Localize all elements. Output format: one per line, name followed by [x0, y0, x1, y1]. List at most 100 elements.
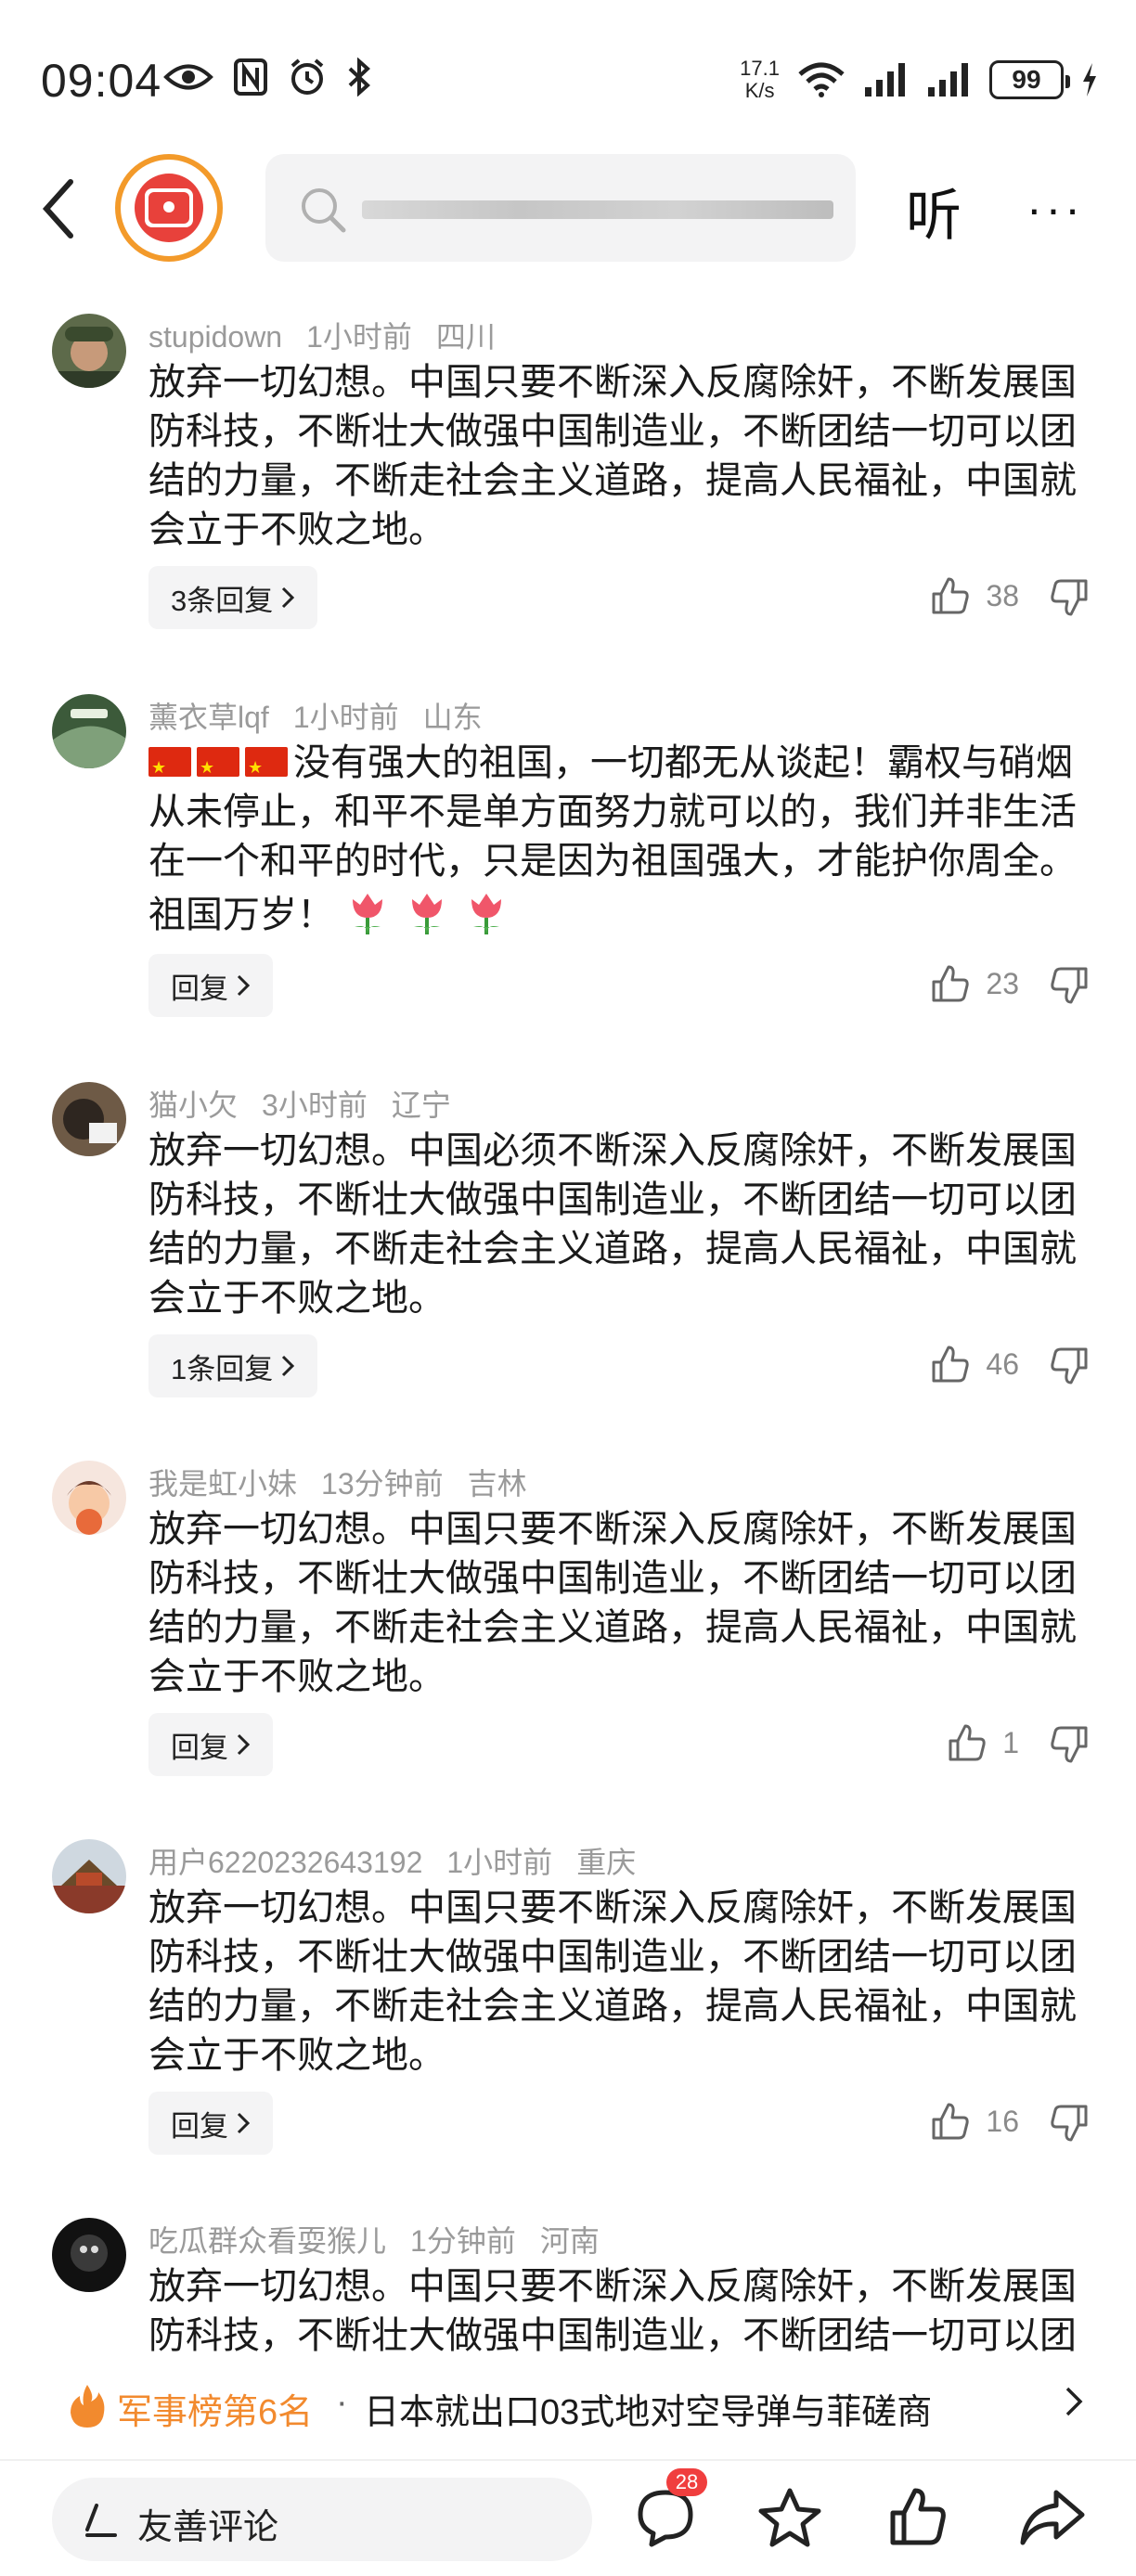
alarm-icon [290, 58, 324, 95]
comment-count-badge: 28 [666, 2468, 707, 2496]
fire-icon [71, 2385, 105, 2428]
network-speed: 17.1 K/s [740, 58, 780, 102]
tulip-icon [471, 894, 501, 934]
like-button[interactable]: 1 [947, 1722, 1019, 1763]
chevron-right-icon [1065, 2387, 1083, 2416]
avatar[interactable] [52, 1082, 126, 1156]
listen-button[interactable]: 听 [906, 171, 962, 251]
avatar[interactable] [52, 694, 126, 768]
china-flag-icon [197, 743, 239, 792]
like-button[interactable]: 38 [930, 575, 1019, 616]
status-bar: 09:04 17.1 K/s 99 [0, 0, 1136, 148]
hot-news-title[interactable]: 日本就出口03式地对空导弹与菲磋商 [364, 2383, 932, 2434]
chevron-right-icon [237, 2112, 251, 2134]
dislike-icon[interactable] [1049, 577, 1090, 618]
battery-indicator: 99 [989, 60, 1070, 99]
username[interactable]: 猫小欠 [148, 1088, 238, 1122]
username[interactable]: 用户6220232643192 [148, 1846, 422, 1879]
comment-item: 薰衣草lqf 1小时前山东 没有强大的祖国，一切都无从谈起！霸权与硝烟从未停止，和… [0, 677, 1136, 1065]
like-button[interactable]: 23 [930, 963, 1019, 1004]
reply-button[interactable]: 3条回复 [148, 566, 318, 629]
like-icon[interactable] [887, 2487, 949, 2548]
comment-time: 1小时前 [306, 320, 412, 354]
reply-button[interactable]: 回复 [148, 1713, 273, 1776]
back-arrow-icon [42, 179, 73, 238]
tulip-icon [353, 894, 382, 934]
comment-input[interactable]: 友善评论 [52, 2478, 592, 2561]
avatar[interactable] [52, 1839, 126, 1913]
dislike-icon[interactable] [1049, 1724, 1090, 1765]
avatar[interactable] [52, 1461, 126, 1535]
dislike-icon[interactable] [1049, 965, 1090, 1006]
signal-icon-1 [865, 63, 905, 97]
chevron-right-icon [237, 1733, 251, 1756]
comment-meta: 我是虹小妹 13分钟前 吉林 [148, 1461, 551, 1503]
comment-item: 用户6220232643192 1小时前 重庆 放弃一切幻想。中国只要不断深入反腐除… [0, 1823, 1136, 2201]
share-icon[interactable] [1019, 2487, 1086, 2548]
reply-button[interactable]: 回复 [148, 2092, 273, 2155]
comment-meta: 用户6220232643192 1小时前 重庆 [148, 1839, 660, 1882]
comment-meta: 吃瓜群众看耍猴儿 1分钟前 河南 [148, 2218, 624, 2260]
like-button[interactable]: 46 [930, 1344, 1019, 1385]
comment-text: 放弃一切幻想。中国只要不断深入反腐除奸，不断发展国防科技，不断壮大做强中国制造业… [148, 1887, 1077, 2076]
comment-item: stupidown 1小时前 四川 放弃一切幻想。中国只要不断深入反腐除奸，不断发展… [0, 297, 1136, 677]
comment-item: 吃瓜群众看耍猴儿 1分钟前 河南 放弃一切幻想。中国只要不断深入反腐除奸，不断发展国… [0, 2201, 1136, 2357]
like-count: 23 [986, 966, 1019, 1000]
more-button[interactable]: ··· [1026, 182, 1084, 236]
comment-text: 放弃一切幻想。中国必须不断深入反腐除奸，不断发展国防科技，不断壮大做强中国制造业… [148, 1130, 1077, 1319]
dislike-icon[interactable] [1049, 2103, 1090, 2144]
china-flag-icon [148, 743, 191, 792]
like-count: 1 [1002, 1725, 1019, 1759]
search-placeholder-blurred [362, 200, 833, 219]
comment-text-content: 没有强大的祖国，一切都无从谈起！霸权与硝烟从未停止，和平不是单方面努力就可以的，… [148, 742, 1077, 935]
comment-meta: 薰衣草lqf 1小时前 山东 [148, 694, 507, 737]
like-icon [949, 1724, 986, 1761]
like-button[interactable]: 16 [930, 2101, 1019, 2142]
network-speed-value: 17.1 [740, 57, 780, 80]
app-logo[interactable] [115, 154, 223, 262]
comment-text: 放弃一切幻想。中国只要不断深入反腐除奸，不断发展国防科技，不断壮大做强中国制造业… [148, 362, 1077, 550]
reply-label: 3条回复 [171, 584, 274, 617]
username[interactable]: stupidown [148, 320, 282, 354]
comment-time: 13分钟前 [321, 1467, 444, 1501]
comment-list: stupidown 1小时前 四川 放弃一切幻想。中国只要不断深入反腐除奸，不断发展… [0, 297, 1136, 2357]
reply-label: 1条回复 [171, 1352, 274, 1385]
wifi-icon [798, 62, 845, 97]
bluetooth-icon [348, 58, 370, 97]
search-input[interactable] [265, 154, 856, 262]
username[interactable]: 吃瓜群众看耍猴儿 [148, 2224, 386, 2258]
hot-news-bar[interactable]: 军事榜第6名 · 日本就出口03式地对空导弹与菲磋商 [0, 2363, 1136, 2450]
reply-button[interactable]: 1条回复 [148, 1334, 318, 1397]
like-icon [932, 1346, 970, 1383]
like-count: 16 [986, 2104, 1019, 2138]
username[interactable]: 薰衣草lqf [148, 701, 269, 734]
app-logo-icon [135, 174, 203, 242]
eye-icon [163, 64, 213, 90]
comment-input-placeholder: 友善评论 [137, 2508, 279, 2547]
comment-text: 没有强大的祖国，一切都无从谈起！霸权与硝烟从未停止，和平不是单方面努力就可以的，… [148, 739, 1077, 940]
dislike-icon[interactable] [1049, 1346, 1090, 1386]
reply-button[interactable]: 回复 [148, 954, 273, 1017]
tulip-icon [412, 894, 442, 934]
comment-location: 山东 [422, 701, 483, 734]
bottom-toolbar: 友善评论 28 [0, 2459, 1136, 2576]
like-count: 38 [986, 578, 1019, 612]
avatar[interactable] [52, 2218, 126, 2292]
comment-location: 重庆 [576, 1846, 637, 1879]
reply-label: 回复 [171, 2109, 228, 2143]
star-icon[interactable] [757, 2487, 822, 2548]
comment-location: 吉林 [467, 1467, 527, 1501]
search-icon [302, 188, 346, 233]
pen-icon [85, 2504, 117, 2537]
chevron-right-icon [282, 1355, 295, 1377]
comment-location: 四川 [435, 320, 496, 354]
hot-rank: 军事榜第6名 [117, 2393, 314, 2432]
username[interactable]: 我是虹小妹 [148, 1467, 297, 1501]
comment-text: 放弃一切幻想。中国只要不断深入反腐除奸，不断发展国防科技，不断壮大做强中国制造业… [148, 1509, 1077, 1697]
comment-time: 1小时前 [292, 701, 399, 734]
like-count: 46 [986, 1346, 1019, 1381]
like-icon [932, 965, 970, 1002]
avatar[interactable] [52, 314, 126, 388]
back-button[interactable] [39, 176, 95, 251]
comment-meta: 猫小欠 3小时前 辽宁 [148, 1082, 475, 1125]
